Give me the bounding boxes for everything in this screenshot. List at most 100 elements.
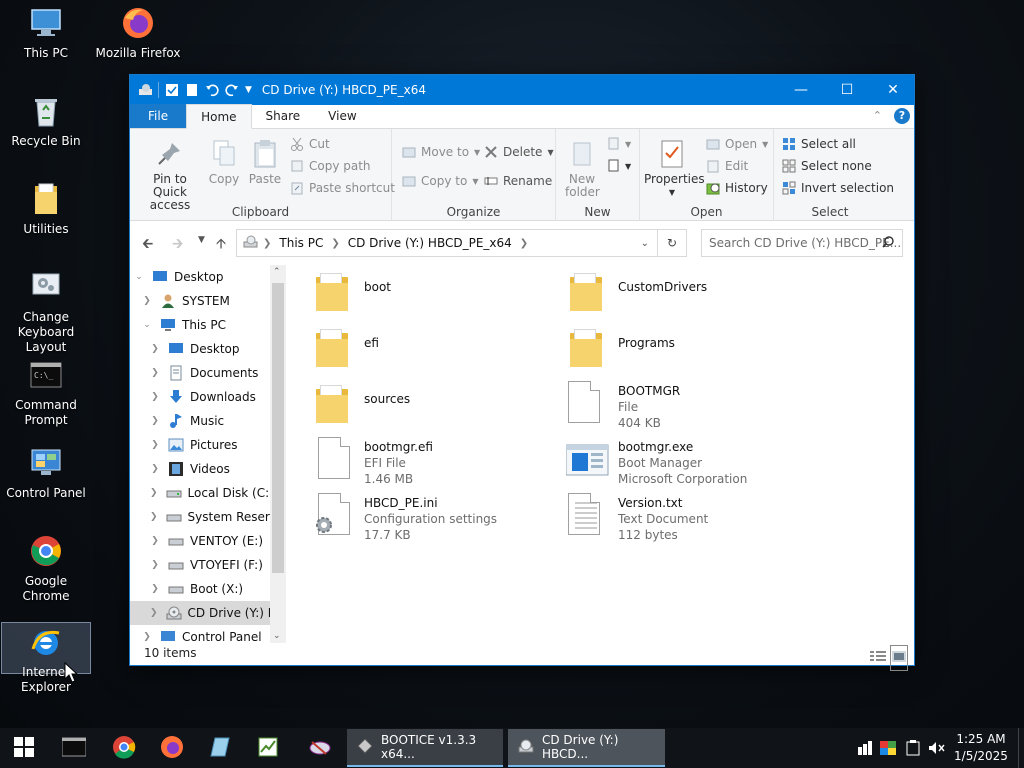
taskbar-button-cd-drive[interactable]: CD Drive (Y:) HBCD... bbox=[508, 729, 665, 767]
file-item-hbcd-pe-ini[interactable]: HBCD_PE.ini Configuration settings 17.7 … bbox=[312, 489, 562, 543]
taskbar-command-prompt[interactable] bbox=[50, 728, 98, 768]
desktop-icon-command-prompt[interactable]: C:\_ Command Prompt bbox=[0, 358, 92, 428]
redo-icon[interactable] bbox=[225, 83, 239, 97]
file-item-programs[interactable]: Programs bbox=[566, 321, 816, 375]
file-item-bootmgr-exe[interactable]: bootmgr.exe Boot Manager Microsoft Corpo… bbox=[565, 433, 816, 487]
select-all-button[interactable]: Select all bbox=[782, 137, 856, 151]
desktop-icon-utilities[interactable]: Utilities bbox=[0, 182, 92, 237]
pin-quick-access-button[interactable]: Pin to Quick access bbox=[136, 139, 204, 212]
scroll-down-chevron-icon[interactable]: ⌄ bbox=[273, 631, 281, 641]
forward-arrow-icon[interactable]: 🡲 bbox=[172, 233, 183, 257]
taskbar-app-notepad[interactable] bbox=[196, 728, 244, 768]
tray-volume-muted-icon[interactable] bbox=[927, 728, 947, 768]
tree-item-cd-drive-y[interactable]: ❯CD Drive (Y:) HBCD_PE_x64 bbox=[130, 601, 286, 625]
copy-to-button[interactable]: Copy to ▼ bbox=[402, 174, 478, 188]
chrome-icon bbox=[29, 534, 63, 568]
tree-item-pictures[interactable]: ❯ Pictures bbox=[150, 433, 270, 457]
file-item-boot[interactable]: boot bbox=[312, 265, 562, 319]
tree-item-videos[interactable]: ❯ Videos bbox=[150, 457, 270, 481]
large-icons-view-icon[interactable] bbox=[890, 645, 908, 671]
delete-button[interactable]: Delete ▼ bbox=[484, 145, 554, 159]
taskbar-app-disk-tool[interactable] bbox=[296, 728, 344, 768]
minimize-button[interactable]: — bbox=[778, 75, 824, 105]
properties-check-icon[interactable] bbox=[165, 83, 179, 97]
desktop-icon-chrome[interactable]: Google Chrome bbox=[0, 534, 92, 604]
taskbar-button-bootice[interactable]: BOOTICE v1.3.3 x64... bbox=[347, 729, 503, 767]
file-item-bootmgr-efi[interactable]: bootmgr.efi EFI File 1.46 MB bbox=[312, 433, 562, 487]
paste-shortcut-button[interactable]: Paste shortcut bbox=[290, 181, 395, 195]
up-arrow-icon[interactable]: 🡩 bbox=[216, 233, 226, 257]
file-item-customdrivers[interactable]: CustomDrivers bbox=[566, 265, 816, 319]
tree-item-boot-x[interactable]: ❯ Boot (X:) bbox=[150, 577, 270, 601]
address-bar[interactable]: ❯ This PC ❯ CD Drive (Y:) HBCD_PE_x64 ❯ … bbox=[236, 229, 658, 257]
taskbar-chrome[interactable] bbox=[100, 728, 148, 768]
navigation-scrollbar[interactable]: ⌃ ⌄ bbox=[270, 265, 286, 643]
tab-home[interactable]: Home bbox=[186, 104, 252, 129]
tree-item-desktop-root[interactable]: ⌄ Desktop bbox=[134, 265, 270, 289]
open-button[interactable]: Open ▼ bbox=[706, 137, 768, 151]
move-to-button[interactable]: Move to ▼ bbox=[402, 145, 480, 159]
undo-icon[interactable] bbox=[205, 83, 219, 97]
file-item-sources[interactable]: sources bbox=[312, 377, 562, 431]
desktop-icon-this-pc[interactable]: This PC bbox=[0, 6, 92, 61]
recent-locations-chevron-icon[interactable]: ▼ bbox=[198, 235, 205, 245]
tray-clipboard-icon[interactable] bbox=[904, 728, 922, 768]
history-button[interactable]: History bbox=[706, 181, 768, 195]
tree-item-music[interactable]: ❯ Music bbox=[150, 409, 270, 433]
refresh-button[interactable]: ↻ bbox=[657, 229, 687, 257]
copy-path-button[interactable]: Copy path bbox=[290, 159, 371, 173]
collapse-ribbon-chevron-icon[interactable]: ⌃ bbox=[873, 109, 882, 122]
tab-view[interactable]: View bbox=[314, 104, 370, 128]
copy-button[interactable]: Copy bbox=[206, 139, 242, 186]
edit-button[interactable]: Edit bbox=[706, 159, 748, 173]
tree-item-downloads[interactable]: ❯ Downloads bbox=[150, 385, 270, 409]
desktop-icon-keyboard-layout[interactable]: Change Keyboard Layout bbox=[0, 270, 92, 355]
properties-button[interactable]: Properties ▼ bbox=[644, 139, 705, 199]
new-item-button[interactable]: ▼ bbox=[606, 137, 631, 151]
desktop-icon-control-panel[interactable]: Control Panel bbox=[0, 446, 92, 501]
tray-color-app-icon[interactable] bbox=[879, 728, 897, 768]
back-arrow-icon[interactable]: 🡰 bbox=[142, 233, 153, 257]
tree-item-desktop[interactable]: ❯ Desktop bbox=[150, 337, 270, 361]
drive-icon[interactable] bbox=[138, 83, 152, 97]
maximize-button[interactable]: ☐ bbox=[824, 75, 870, 105]
desktop-icon-firefox[interactable]: Mozilla Firefox bbox=[92, 6, 184, 61]
start-button[interactable] bbox=[0, 728, 48, 768]
tree-item-system[interactable]: ❯ SYSTEM bbox=[142, 289, 270, 313]
breadcrumb-cd-drive[interactable]: CD Drive (Y:) HBCD_PE_x64 bbox=[348, 236, 512, 250]
search-input[interactable]: Search CD Drive (Y:) HBCD_PE... bbox=[701, 229, 903, 257]
tree-item-vtoyefi-f[interactable]: ❯ VTOYEFI (F:) bbox=[150, 553, 270, 577]
breadcrumb-this-pc[interactable]: This PC bbox=[279, 236, 323, 250]
tree-item-this-pc[interactable]: ⌄ This PC bbox=[142, 313, 270, 337]
close-button[interactable]: ✕ bbox=[870, 75, 916, 105]
details-view-icon[interactable] bbox=[870, 646, 886, 670]
taskbar-firefox[interactable] bbox=[148, 728, 196, 768]
paste-button[interactable]: Paste bbox=[246, 139, 284, 186]
new-folder-button[interactable]: New folder bbox=[560, 139, 604, 199]
rename-button[interactable]: Rename bbox=[484, 174, 552, 188]
show-desktop-button[interactable] bbox=[1018, 728, 1024, 768]
cut-button[interactable]: Cut bbox=[290, 137, 330, 151]
tree-item-documents[interactable]: ❯ Documents bbox=[150, 361, 270, 385]
scrollbar-thumb[interactable] bbox=[272, 283, 284, 573]
tab-share[interactable]: Share bbox=[252, 104, 315, 128]
new-folder-icon[interactable] bbox=[185, 83, 199, 97]
tray-network-icon[interactable] bbox=[856, 728, 874, 768]
scroll-up-chevron-icon[interactable]: ⌃ bbox=[273, 267, 281, 277]
invert-selection-button[interactable]: Invert selection bbox=[782, 181, 894, 195]
help-icon[interactable]: ? bbox=[894, 108, 910, 124]
desktop-icon-recycle-bin[interactable]: Recycle Bin bbox=[0, 94, 92, 149]
easy-access-button[interactable]: ▼ bbox=[606, 159, 631, 173]
tree-item-local-disk-c[interactable]: ❯ Local Disk (C:) bbox=[150, 481, 274, 505]
file-item-version-txt[interactable]: Version.txt Text Document 112 bytes bbox=[566, 489, 816, 543]
file-item-efi[interactable]: efi bbox=[312, 321, 562, 375]
select-none-button[interactable]: Select none bbox=[782, 159, 872, 173]
address-dropdown-chevron-icon[interactable]: ⌄ bbox=[641, 238, 649, 249]
tab-file[interactable]: File bbox=[130, 104, 187, 128]
tree-item-ventoy-e[interactable]: ❯ VENTOY (E:) bbox=[150, 529, 270, 553]
file-item-bootmgr[interactable]: BOOTMGR File 404 KB bbox=[566, 377, 816, 431]
tree-item-system-reserved[interactable]: ❯ System Reserved bbox=[150, 505, 286, 529]
taskbar-app-chart[interactable] bbox=[244, 728, 292, 768]
taskbar-clock[interactable]: 1:25 AM 1/5/2025 bbox=[948, 731, 1014, 765]
customize-qat-chevron-icon[interactable]: ▼ bbox=[245, 85, 252, 95]
